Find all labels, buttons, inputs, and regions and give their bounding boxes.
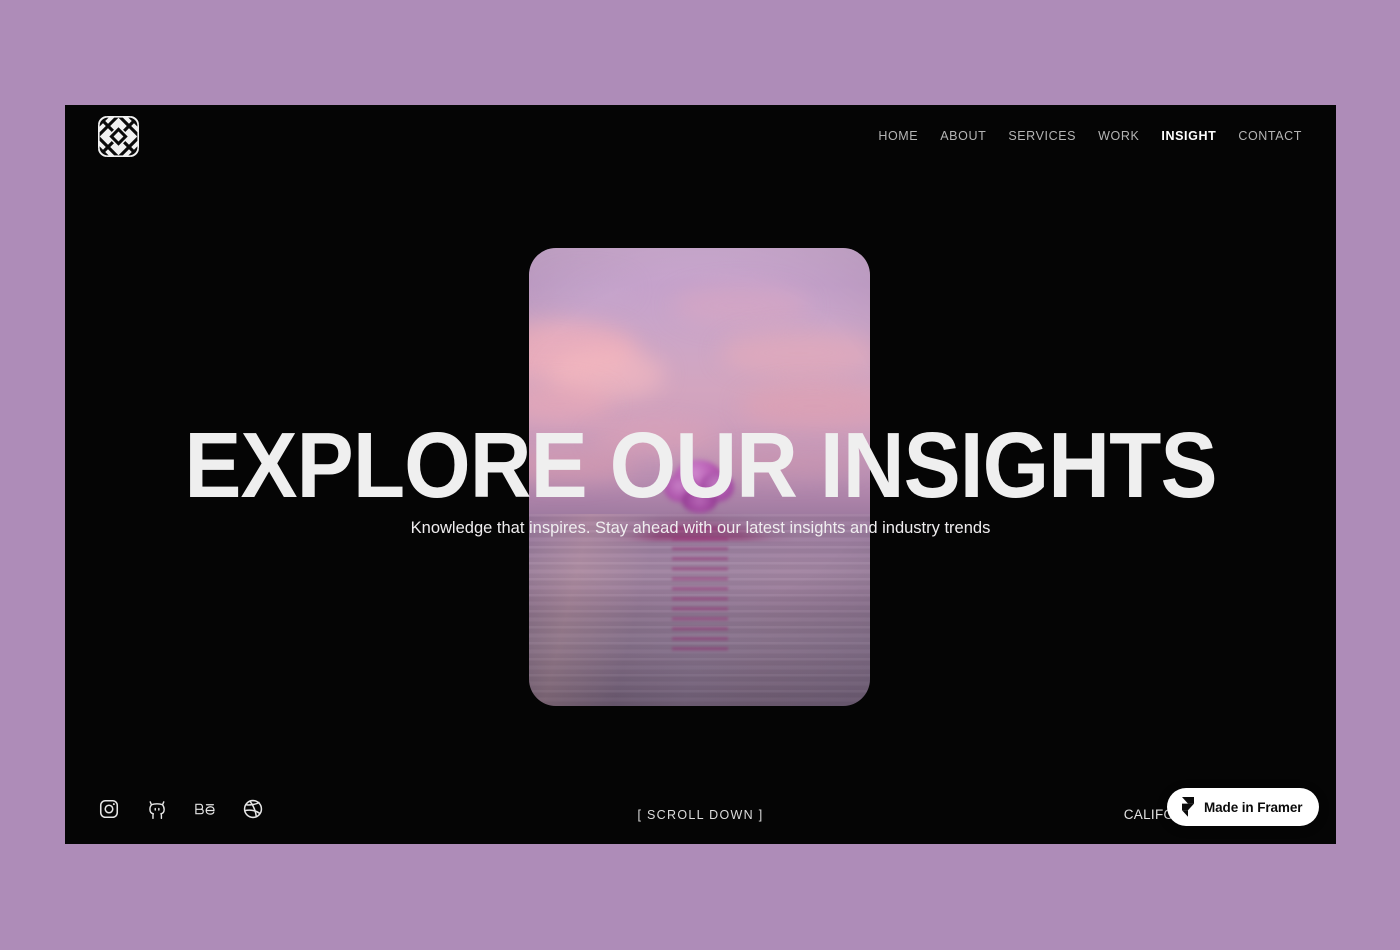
- page-canvas: HOME ABOUT SERVICES WORK INSIGHT CONTACT: [0, 0, 1400, 950]
- nav-item-work[interactable]: WORK: [1098, 129, 1139, 143]
- logo-glyph: [98, 115, 139, 157]
- nav-item-services[interactable]: SERVICES: [1008, 129, 1076, 143]
- hero-tree-reflection: [671, 527, 728, 656]
- made-in-framer-badge[interactable]: Made in Framer: [1167, 788, 1320, 826]
- nav-item-home[interactable]: HOME: [878, 129, 918, 143]
- nav-item-contact[interactable]: CONTACT: [1238, 129, 1302, 143]
- nav-item-about[interactable]: ABOUT: [940, 129, 986, 143]
- page-subtitle: Knowledge that inspires. Stay ahead with…: [410, 519, 991, 537]
- nav-item-insight[interactable]: INSIGHT: [1161, 129, 1216, 143]
- main-navigation: HOME ABOUT SERVICES WORK INSIGHT CONTACT: [878, 129, 1302, 143]
- woven-diamond-logo[interactable]: [98, 115, 139, 157]
- framer-badge-label: Made in Framer: [1204, 799, 1303, 815]
- site-viewport: HOME ABOUT SERVICES WORK INSIGHT CONTACT: [65, 105, 1336, 844]
- site-header: HOME ABOUT SERVICES WORK INSIGHT CONTACT: [65, 105, 1336, 167]
- page-title: EXPLORE OUR INSIGHTS: [184, 413, 1217, 517]
- site-footer: [ SCROLL DOWN ] CALIFORNIA , USA 6:28 pm: [65, 758, 1336, 844]
- framer-logo-icon: [1182, 797, 1194, 817]
